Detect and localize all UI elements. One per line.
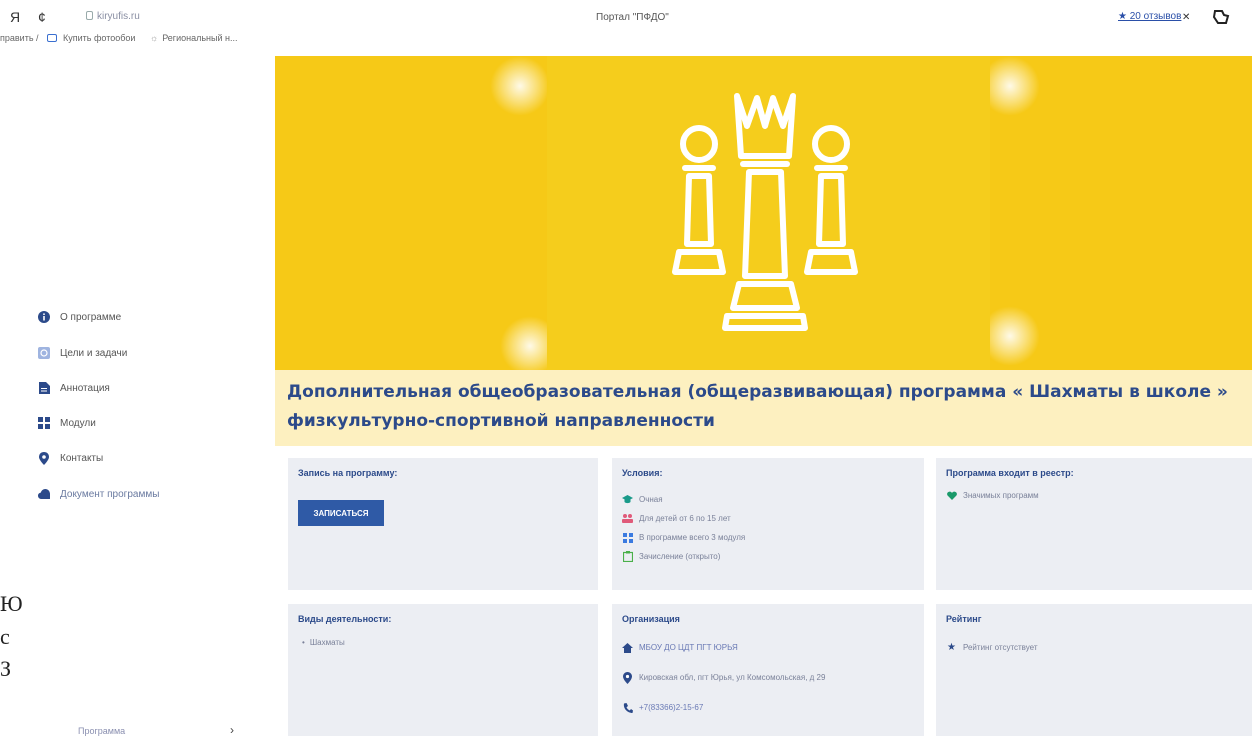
enroll-button[interactable]: ЗАПИСАТЬСЯ [298,500,384,526]
refresh-button[interactable]: ¢ [38,9,46,25]
program-title: Дополнительная общеобразовательная (обще… [287,382,1228,431]
info-icon [38,311,50,323]
close-icon[interactable]: ✕ [1182,12,1190,23]
rating-row: ★ Рейтинг отсутствует [947,642,1038,653]
card-title: Программа входит в реестр: [946,468,1074,478]
sidebar-item-label: О программе [60,311,122,323]
condition-item: Очная [622,494,663,505]
partial-text: с [0,624,10,649]
bookmark-item[interactable]: править / [0,33,39,43]
reviews-link[interactable]: ★ 20 отзывов [1118,11,1181,22]
browser-toolbar: Я ¢ kiryufis.ru Портал "ПФДО" ★ 20 отзыв… [0,0,1252,32]
heart-icon [946,490,957,501]
lock-icon [86,11,93,20]
sidebar-item-about[interactable]: О программе [38,307,121,327]
modules-grid-icon [622,532,633,543]
card-title: Организация [622,614,680,624]
address-bar[interactable]: kiryufis.ru [86,11,140,22]
program-banner [275,56,1252,370]
clipboard-icon [622,551,633,562]
home-icon [622,642,633,653]
sidebar-item-label: Цели и задачи [60,347,128,359]
bookmark-item[interactable]: ☼ Региональный н... [150,33,244,43]
org-name-row[interactable]: МБОУ ДО ЦДТ ПГТ ЮРЬЯ [622,642,738,653]
condition-item: В программе всего 3 модуля [622,532,745,543]
sidebar: О программе Цели и задачи Аннотация Моду… [0,56,275,737]
phone-icon [622,702,633,713]
organization-card: Организация МБОУ ДО ЦДТ ПГТ ЮРЬЯ Кировск… [612,604,924,736]
chess-pieces-icon [672,93,858,331]
chevron-right-icon[interactable]: › [230,723,234,737]
star-icon: ★ [947,642,956,653]
sidebar-item-label: Контакты [60,452,104,464]
sidebar-item-label: Модули [60,417,96,429]
card-title: Виды деятельности: [298,614,392,624]
program-title-strip: Дополнительная общеобразовательная (обще… [275,370,1252,446]
activity-item: • Шахматы [302,638,345,647]
conditions-card: Условия: Очная Для детей от 6 по 15 лет … [612,458,924,590]
org-address-row: Кировская обл, пгт Юрья, ул Комсомольска… [622,671,825,684]
bookmark-icon [47,34,58,42]
bookmark-item[interactable]: Купить фотообои [47,33,141,43]
decor-swirl [490,56,550,116]
sidebar-item-contacts[interactable]: Контакты [38,448,103,468]
registry-card: Программа входит в реестр: Значимых прог… [936,458,1252,590]
location-pin-icon [38,451,50,465]
sidebar-item-document[interactable]: Документ программы [38,484,159,504]
bookmarks-bar: править / Купить фотообои ☼ Региональный … [0,33,280,53]
card-title: Условия: [622,468,663,478]
enroll-card: Запись на программу: ЗАПИСАТЬСЯ [288,458,598,590]
cloud-icon [38,488,50,500]
sidebar-item-modules[interactable]: Модули [38,413,96,433]
sidebar-item-label: Аннотация [60,382,110,394]
card-title: Рейтинг [946,614,982,624]
condition-item: Зачисление (открыто) [622,551,720,562]
rating-card: Рейтинг ★ Рейтинг отсутствует [936,604,1252,736]
activities-card: Виды деятельности: • Шахматы [288,604,598,736]
partial-text: З [0,656,12,681]
sidebar-item-annotation[interactable]: Аннотация [38,378,110,398]
card-title: Запись на программу: [298,468,398,478]
sidebar-item-goals[interactable]: Цели и задачи [38,343,127,363]
page-title: Портал "ПФДО" [596,12,669,23]
back-button[interactable]: Я [10,9,20,25]
location-pin-icon [622,671,633,684]
org-name-link[interactable]: МБОУ ДО ЦДТ ПГТ ЮРЬЯ [639,643,738,652]
graduation-cap-icon [622,494,633,505]
partial-text: Ю [0,591,23,616]
extension-icon[interactable] [1212,9,1230,28]
globe-icon: ☼ [149,33,159,43]
sidebar-item-label: Документ программы [60,488,160,500]
sidebar-bottom-label[interactable]: Программа [78,726,125,736]
registry-item: Значимых программ [946,490,1039,501]
condition-item: Для детей от 6 по 15 лет [622,513,731,524]
bullet-icon: • [302,638,305,647]
document-icon [38,382,50,394]
target-icon [38,347,50,359]
grid-icon [38,417,50,429]
url-text: kiryufis.ru [97,11,140,22]
people-icon [622,513,633,524]
org-phone-row: +7(83366)2-15-67 [622,702,703,713]
